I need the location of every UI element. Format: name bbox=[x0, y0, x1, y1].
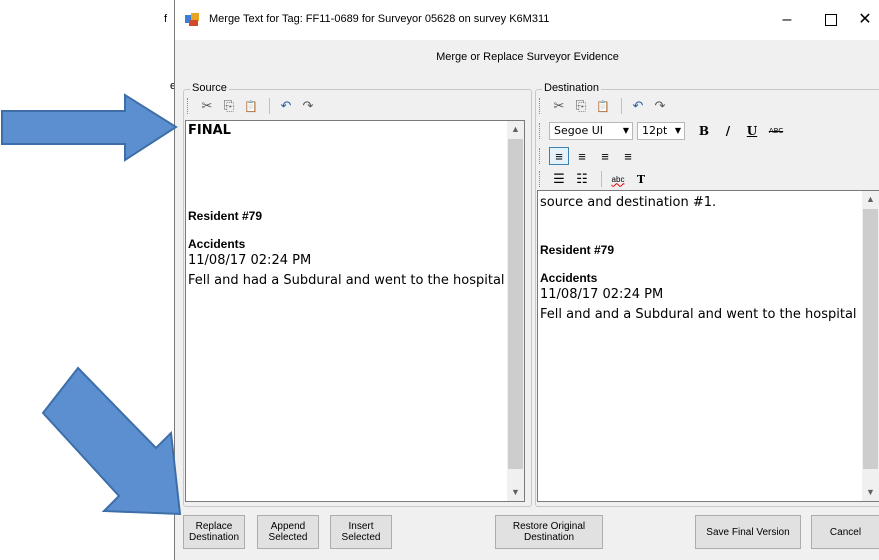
arrow-right-icon bbox=[1, 93, 178, 162]
annotation-arrows bbox=[1, 93, 182, 516]
arrow-down-right-icon bbox=[41, 366, 182, 516]
